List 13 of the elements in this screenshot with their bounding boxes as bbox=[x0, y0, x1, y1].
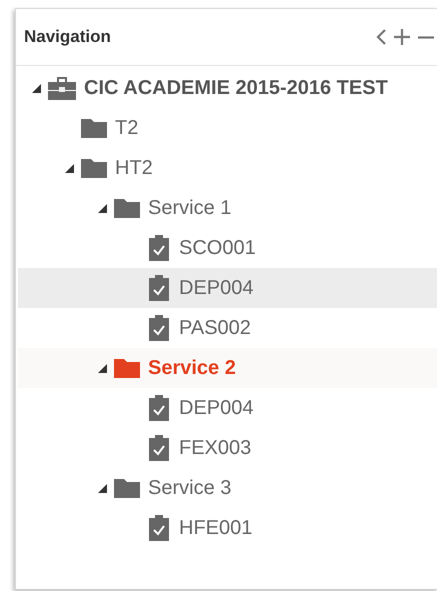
tree-item[interactable]: DEP004 bbox=[18, 268, 437, 308]
tree-item[interactable]: Service 3 bbox=[18, 468, 437, 508]
tree-item[interactable]: T2 bbox=[18, 108, 437, 148]
tree-item[interactable]: Service 2 bbox=[18, 348, 437, 388]
tree-item[interactable]: FEX003 bbox=[18, 428, 437, 468]
tree-item[interactable]: Service 1 bbox=[18, 188, 437, 228]
tree-item[interactable]: CIC ACADEMIE 2015-2016 TEST bbox=[18, 68, 437, 108]
tree-item[interactable]: HT2 bbox=[18, 148, 437, 188]
panel-title: Navigation bbox=[24, 27, 112, 47]
tree-item[interactable]: PAS002 bbox=[18, 308, 437, 348]
tree-item[interactable]: HFE001 bbox=[18, 508, 437, 548]
tree-item[interactable]: DEP004 bbox=[18, 388, 437, 428]
tree-item[interactable]: SCO001 bbox=[18, 228, 437, 268]
